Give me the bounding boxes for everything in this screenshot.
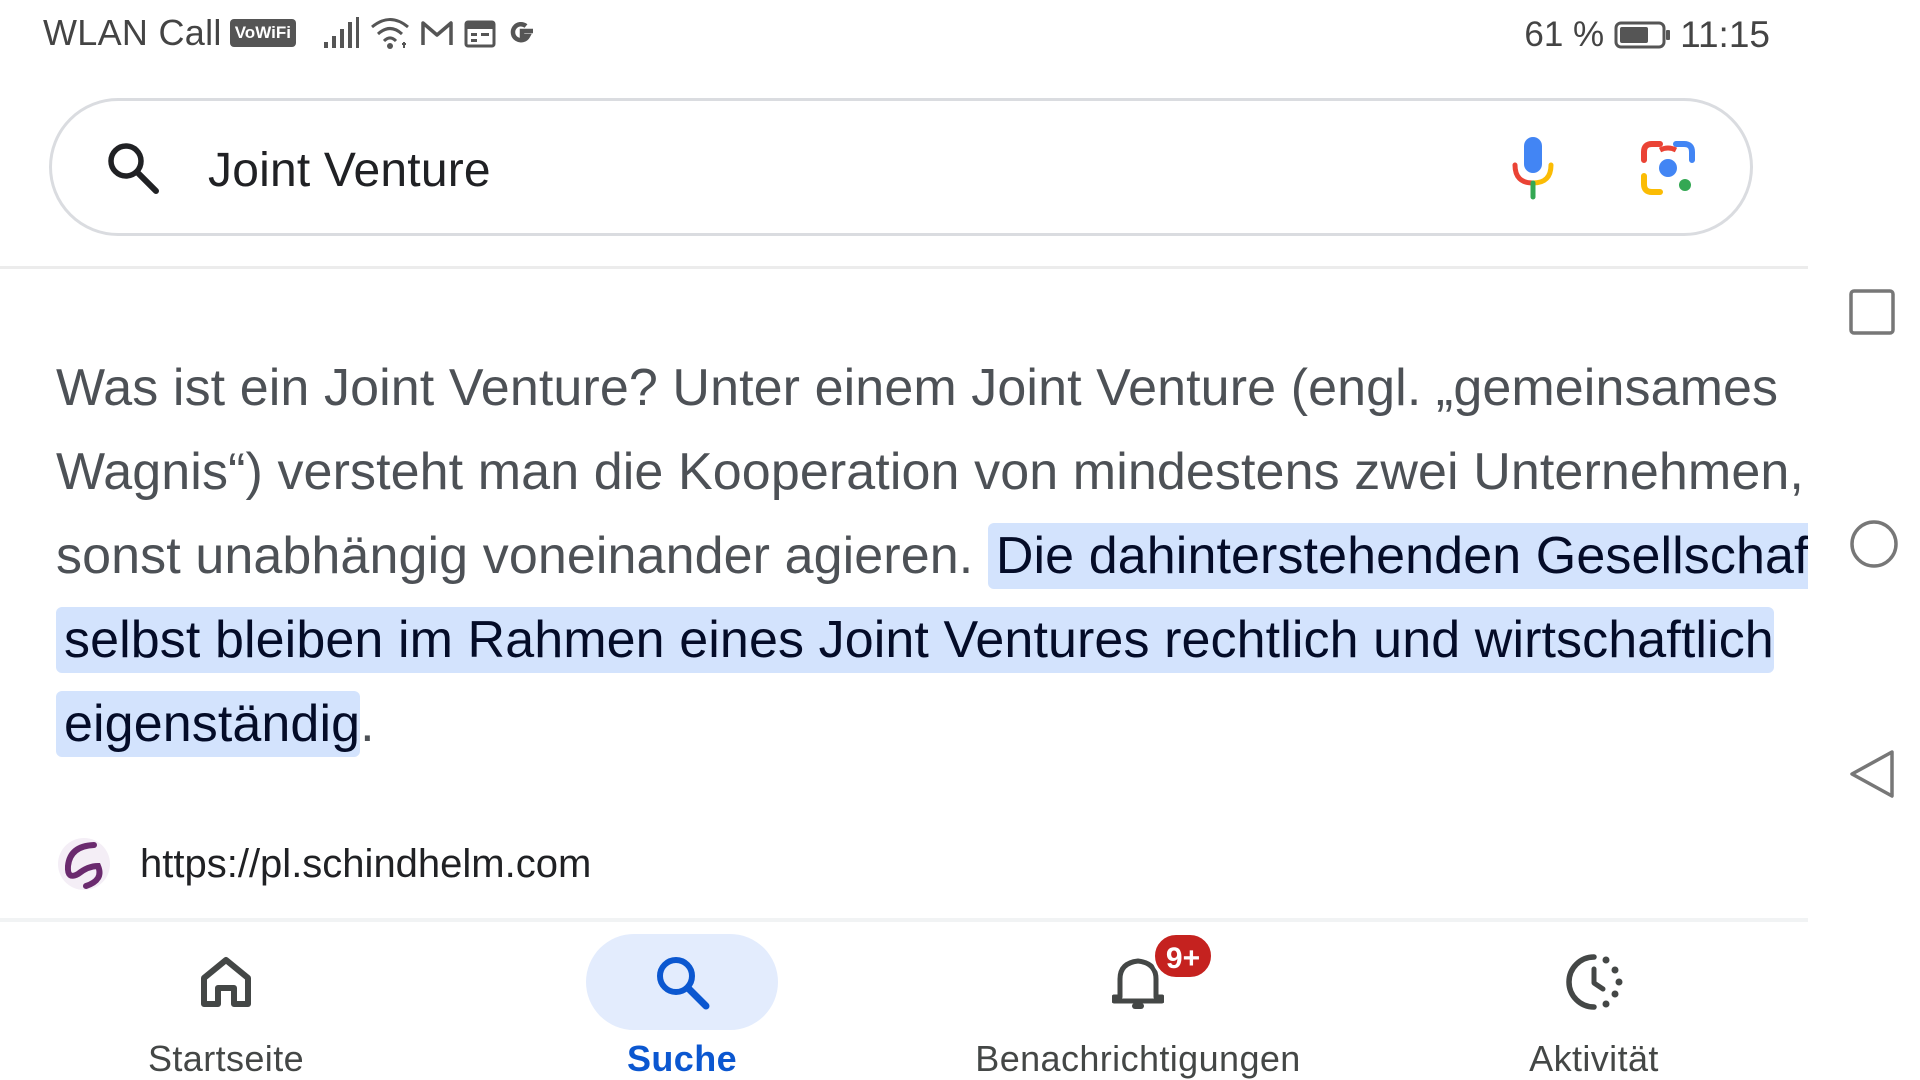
nav-suche-icon-wrap <box>586 934 778 1030</box>
activity-icon <box>1566 954 1623 1010</box>
bottom-nav: Startseite Suche 9+ Benachrichtigungen A… <box>0 922 1808 1080</box>
system-navigation <box>1808 0 1920 1080</box>
battery-icon <box>1614 21 1671 49</box>
vowifi-badge: VoWiFi <box>229 19 296 47</box>
status-bar: WLAN Call VoWiFi 61 % 11:15 <box>0 0 1800 76</box>
home-icon <box>201 957 251 1007</box>
nav-label: Suche <box>626 1038 738 1079</box>
signal-icon <box>323 17 359 48</box>
featured-snippet: Was ist ein Joint Venture? Unter einem J… <box>56 346 1808 766</box>
schindhelm-logo <box>58 838 110 890</box>
source-url[interactable]: https://pl.schindhelm.com <box>140 842 591 887</box>
google-icon <box>510 22 533 43</box>
google-lens-icon[interactable] <box>1638 138 1698 198</box>
nav-benachrichtigungen[interactable]: 9+ Benachrichtigungen <box>938 922 1338 1080</box>
screen: WLAN Call VoWiFi 61 % 11:15 Joint Ventur… <box>0 0 1920 1080</box>
gmail-icon <box>421 21 453 45</box>
nav-startseite[interactable]: Startseite <box>26 922 426 1080</box>
back-button[interactable] <box>1848 748 1896 800</box>
snippet-tail: . <box>360 695 375 753</box>
clock: 11:15 <box>1680 14 1770 55</box>
home-button[interactable] <box>1848 518 1900 570</box>
nav-aktivitaet-icon-wrap <box>1498 934 1690 1030</box>
search-box[interactable]: Joint Venture <box>49 98 1753 236</box>
wifi-icon <box>370 18 409 49</box>
nav-aktivitaet[interactable]: Aktivität <box>1394 922 1794 1080</box>
nav-label: Startseite <box>147 1038 305 1079</box>
result-content: Was ist ein Joint Venture? Unter einem J… <box>0 268 1808 918</box>
search-header: Joint Venture <box>0 76 1808 269</box>
nav-benachrichtigungen-icon-wrap: 9+ <box>1042 932 1234 1030</box>
notification-badge: 9+ <box>1152 932 1214 980</box>
status-left: WLAN Call VoWiFi <box>43 12 538 54</box>
battery-percent: 61 % <box>1524 15 1605 54</box>
status-icons <box>322 16 538 50</box>
carrier-label: WLAN Call <box>43 12 222 53</box>
search-input[interactable]: Joint Venture <box>208 143 491 198</box>
microphone-icon[interactable] <box>1510 135 1556 201</box>
calendar-icon <box>464 20 496 48</box>
recents-button[interactable] <box>1848 288 1896 336</box>
status-right: 61 % 11:15 <box>1524 14 1770 56</box>
search-icon <box>657 957 710 1010</box>
nav-startseite-icon-wrap <box>130 934 322 1030</box>
nav-suche[interactable]: Suche <box>482 922 882 1080</box>
nav-label: Benachrichtigungen <box>975 1038 1301 1079</box>
source-link[interactable]: https://pl.schindhelm.com <box>56 836 591 892</box>
search-icon[interactable] <box>104 139 162 197</box>
nav-label: Aktivität <box>1529 1038 1659 1079</box>
